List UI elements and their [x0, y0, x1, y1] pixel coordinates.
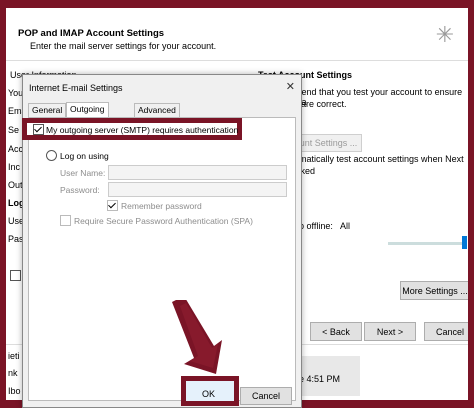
divider: [6, 60, 468, 61]
more-settings-button[interactable]: More Settings ...: [400, 281, 468, 300]
sparkle-icon: ✳: [435, 22, 454, 47]
left-fragment: Acc: [8, 144, 24, 154]
log-on-using-label: Log on using: [60, 151, 109, 161]
auto-test-text: omatically test account settings when Ne…: [294, 154, 464, 164]
password-label: Password:: [60, 185, 100, 195]
bottom-fragment: nk: [8, 368, 18, 378]
wizard-subtitle: Enter the mail server settings for your …: [30, 41, 217, 51]
smtp-auth-checkbox[interactable]: [33, 124, 44, 136]
left-fragment: Inc: [8, 162, 21, 172]
dialog-cancel-button[interactable]: Cancel: [240, 387, 292, 405]
tab-outgoing-server[interactable]: Outgoing Server: [66, 102, 109, 127]
user-name-field[interactable]: [108, 165, 287, 180]
keep-offline-value: All: [340, 221, 351, 231]
remember-password-label: Remember password: [121, 201, 202, 211]
ok-button[interactable]: OK: [202, 389, 215, 399]
dialog-title: Internet E-mail Settings: [29, 83, 123, 93]
left-fragment: Se: [8, 125, 20, 135]
smtp-auth-label: My outgoing server (SMTP) requires authe…: [46, 125, 239, 135]
left-checkbox[interactable]: [10, 270, 21, 281]
arrow-icon: [172, 300, 222, 374]
back-button[interactable]: < Back: [310, 322, 362, 341]
wizard-cancel-button[interactable]: Cancel: [424, 322, 468, 341]
user-name-label: User Name:: [60, 168, 106, 178]
next-button[interactable]: Next >: [364, 322, 416, 341]
tab-advanced[interactable]: Advanced: [134, 103, 180, 117]
left-fragment: You: [8, 88, 24, 98]
bottom-fragment: Ibo: [8, 386, 21, 396]
password-field[interactable]: [108, 182, 287, 197]
bottom-fragment: ieti: [8, 351, 20, 361]
remember-password-checkbox[interactable]: [107, 200, 118, 212]
wizard-title: POP and IMAP Account Settings: [18, 28, 165, 39]
offline-slider-thumb[interactable]: [462, 236, 467, 249]
offline-slider-track[interactable]: [388, 242, 464, 245]
left-fragment: Out: [8, 180, 23, 190]
log-on-using-radio[interactable]: [46, 150, 57, 162]
outgoing-server-panel: Log on using User Name: Password: Rememb…: [28, 117, 296, 401]
close-icon[interactable]: ✕: [286, 80, 295, 93]
tab-general[interactable]: General: [28, 103, 67, 117]
spa-checkbox[interactable]: [60, 215, 71, 227]
spa-label: Require Secure Password Authentication (…: [74, 216, 253, 226]
